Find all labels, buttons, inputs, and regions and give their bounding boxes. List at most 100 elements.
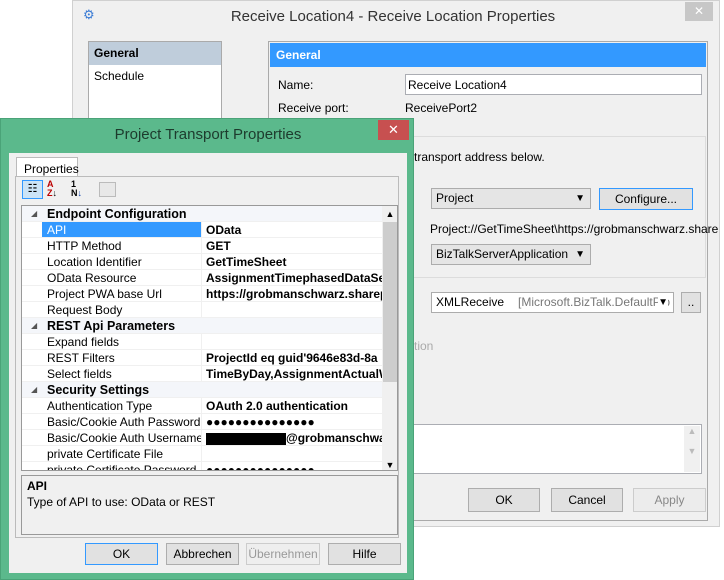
category-label: REST Api Parameters bbox=[47, 319, 176, 333]
property-value[interactable]: ProjectId eq guid'9646e83d-8a bbox=[203, 350, 382, 366]
property-label: Expand fields bbox=[42, 334, 202, 349]
chevron-down-icon: ▼ bbox=[575, 249, 585, 260]
property-label: API bbox=[42, 222, 202, 237]
sort-alpha-icon[interactable]: A Z↓ bbox=[47, 180, 57, 198]
collapse-triangle-icon[interactable]: ◢ bbox=[31, 206, 37, 222]
ok-button[interactable]: OK bbox=[468, 488, 540, 512]
pipeline-value: XMLReceive bbox=[436, 295, 505, 309]
redacted-block bbox=[206, 432, 286, 445]
grid-scrollbar[interactable]: ▲ ▼ bbox=[382, 206, 397, 470]
hilfe-button[interactable]: Hilfe bbox=[328, 543, 401, 565]
property-value-text: ●●●●●●●●●●●●●●● bbox=[206, 415, 315, 429]
property-label: Location Identifier bbox=[42, 254, 202, 269]
property-label: Basic/Cookie Auth Username bbox=[42, 430, 202, 445]
property-value[interactable]: ●●●●●●●●●●●●●●● bbox=[203, 462, 382, 471]
textarea-scrollbar[interactable]: ▲ ▼ bbox=[684, 426, 700, 472]
property-label: OData Resource bbox=[42, 270, 202, 285]
sort-numeric-icon[interactable]: 1 N↓ bbox=[71, 180, 82, 198]
property-row[interactable]: Basic/Cookie Auth Username @grobmanschwar… bbox=[22, 430, 382, 446]
property-value[interactable]: @grobmanschwarz bbox=[203, 430, 382, 446]
property-row[interactable]: Basic/Cookie Auth Password ●●●●●●●●●●●●●●… bbox=[22, 414, 382, 430]
description-pane: API Type of API to use: OData or REST bbox=[21, 475, 398, 535]
category-label: Endpoint Configuration bbox=[47, 207, 187, 221]
handler-select[interactable]: BizTalkServerApplication ▼ bbox=[431, 244, 591, 265]
ok-button[interactable]: OK bbox=[85, 543, 158, 565]
property-label: REST Filters bbox=[42, 350, 202, 365]
property-value[interactable]: GET bbox=[203, 238, 382, 254]
property-value[interactable]: GetTimeSheet bbox=[203, 254, 382, 270]
property-value[interactable]: ●●●●●●●●●●●●●●● bbox=[203, 414, 382, 430]
close-button[interactable]: ✕ bbox=[685, 2, 713, 21]
property-row[interactable]: HTTP Method GET bbox=[22, 238, 382, 254]
panel-header: General bbox=[270, 43, 706, 67]
property-row[interactable]: Request Body bbox=[22, 302, 382, 318]
apply-button[interactable]: Apply bbox=[633, 488, 706, 512]
uebernehmen-button[interactable]: Übernehmen bbox=[246, 543, 320, 565]
property-value-text: GET bbox=[206, 239, 231, 253]
uri-text: Project://GetTimeSheet\https://grobmansc… bbox=[430, 222, 719, 236]
abbrechen-button[interactable]: Abbrechen bbox=[166, 543, 239, 565]
configure-button[interactable]: Configure... bbox=[599, 188, 693, 210]
property-category[interactable]: ◢ REST Api Parameters bbox=[22, 318, 382, 334]
description-textarea[interactable]: ▲ ▼ bbox=[413, 424, 702, 474]
transport-type-value: Project bbox=[436, 191, 474, 205]
property-label: private Certificate Password bbox=[42, 462, 202, 470]
property-row[interactable]: Project PWA base Url https://grobmanschwa… bbox=[22, 286, 382, 302]
property-value-text: GetTimeSheet bbox=[206, 255, 287, 269]
collapse-triangle-icon[interactable]: ◢ bbox=[31, 382, 37, 398]
property-row[interactable]: Select fields TimeByDay,AssignmentActualW bbox=[22, 366, 382, 382]
property-value[interactable]: OData bbox=[203, 222, 382, 238]
pipeline-config-button[interactable]: .. bbox=[681, 292, 701, 313]
property-row[interactable]: Location Identifier GetTimeSheet bbox=[22, 254, 382, 270]
scroll-thumb[interactable] bbox=[383, 222, 397, 382]
categorized-view-button[interactable]: ☷ bbox=[22, 180, 43, 199]
collapse-triangle-icon[interactable]: ◢ bbox=[31, 318, 37, 334]
property-row[interactable]: Authentication Type OAuth 2.0 authenticat… bbox=[22, 398, 382, 414]
transport-hint: transport address below. bbox=[414, 150, 545, 164]
property-label: Authentication Type bbox=[42, 398, 202, 413]
project-transport-dialog: Project Transport Properties ✕ Propertie… bbox=[0, 118, 414, 580]
pipeline-select[interactable]: XMLReceive [Microsoft.BizTalk.DefaultPip ▼ bbox=[431, 292, 674, 313]
property-value-text: ●●●●●●●●●●●●●●● bbox=[206, 463, 315, 471]
dialog-client: Properties ☷ A Z↓ 1 N↓ ◢ Endpoint Configura… bbox=[9, 153, 407, 573]
property-value[interactable]: OAuth 2.0 authentication bbox=[203, 398, 382, 414]
property-row[interactable]: private Certificate Password ●●●●●●●●●●●●… bbox=[22, 462, 382, 471]
tab-properties[interactable]: Properties bbox=[16, 157, 79, 177]
property-label: HTTP Method bbox=[42, 238, 202, 253]
property-row[interactable]: API OData bbox=[22, 222, 382, 238]
property-rows: ◢ Endpoint Configuration API OData HTTP Meth… bbox=[22, 206, 397, 471]
property-category[interactable]: ◢ Security Settings bbox=[22, 382, 382, 398]
property-category[interactable]: ◢ Endpoint Configuration bbox=[22, 206, 382, 222]
property-value-text: TimeByDay,AssignmentActualW bbox=[206, 367, 382, 381]
pipeline-assembly: [Microsoft.BizTalk.DefaultPip bbox=[518, 295, 671, 309]
property-label: Select fields bbox=[42, 366, 202, 381]
property-row[interactable]: REST Filters ProjectId eq guid'9646e83d-8… bbox=[22, 350, 382, 366]
nav-item-schedule[interactable]: Schedule bbox=[89, 65, 221, 87]
property-value-text: AssignmentTimephasedDataSet bbox=[206, 271, 382, 285]
dialog-close-button[interactable]: ✕ bbox=[378, 120, 409, 140]
window-title: Receive Location4 - Receive Location Pro… bbox=[230, 8, 556, 25]
cancel-button[interactable]: Cancel bbox=[551, 488, 623, 512]
property-value-text: ProjectId eq guid'9646e83d-8a bbox=[206, 351, 378, 365]
property-row[interactable]: private Certificate File bbox=[22, 446, 382, 462]
property-value[interactable]: TimeByDay,AssignmentActualW bbox=[203, 366, 382, 382]
property-value-text: https://grobmanschwarz.sharepoint bbox=[206, 287, 382, 301]
receive-port-value: ReceivePort2 bbox=[405, 101, 478, 115]
transport-type-select[interactable]: Project ▼ bbox=[431, 188, 591, 209]
scroll-down-icon[interactable]: ▼ bbox=[382, 460, 397, 470]
chevron-down-icon: ▼ bbox=[575, 193, 585, 204]
property-label: Basic/Cookie Auth Password bbox=[42, 414, 202, 429]
property-value[interactable]: https://grobmanschwarz.sharepoint bbox=[203, 286, 382, 302]
scroll-up-icon[interactable]: ▲ bbox=[382, 206, 397, 222]
name-label: Name: bbox=[278, 78, 314, 92]
property-row[interactable]: Expand fields bbox=[22, 334, 382, 350]
nav-item-general[interactable]: General bbox=[89, 42, 221, 65]
property-pages-icon bbox=[99, 182, 116, 197]
description-text: Type of API to use: OData or REST bbox=[27, 495, 216, 509]
category-label: Security Settings bbox=[47, 383, 150, 397]
property-label: Project PWA base Url bbox=[42, 286, 202, 301]
name-input[interactable] bbox=[405, 74, 702, 95]
property-value[interactable]: AssignmentTimephasedDataSet bbox=[203, 270, 382, 286]
property-value-text: OAuth 2.0 authentication bbox=[206, 399, 349, 413]
property-row[interactable]: OData Resource AssignmentTimephasedDataSe… bbox=[22, 270, 382, 286]
